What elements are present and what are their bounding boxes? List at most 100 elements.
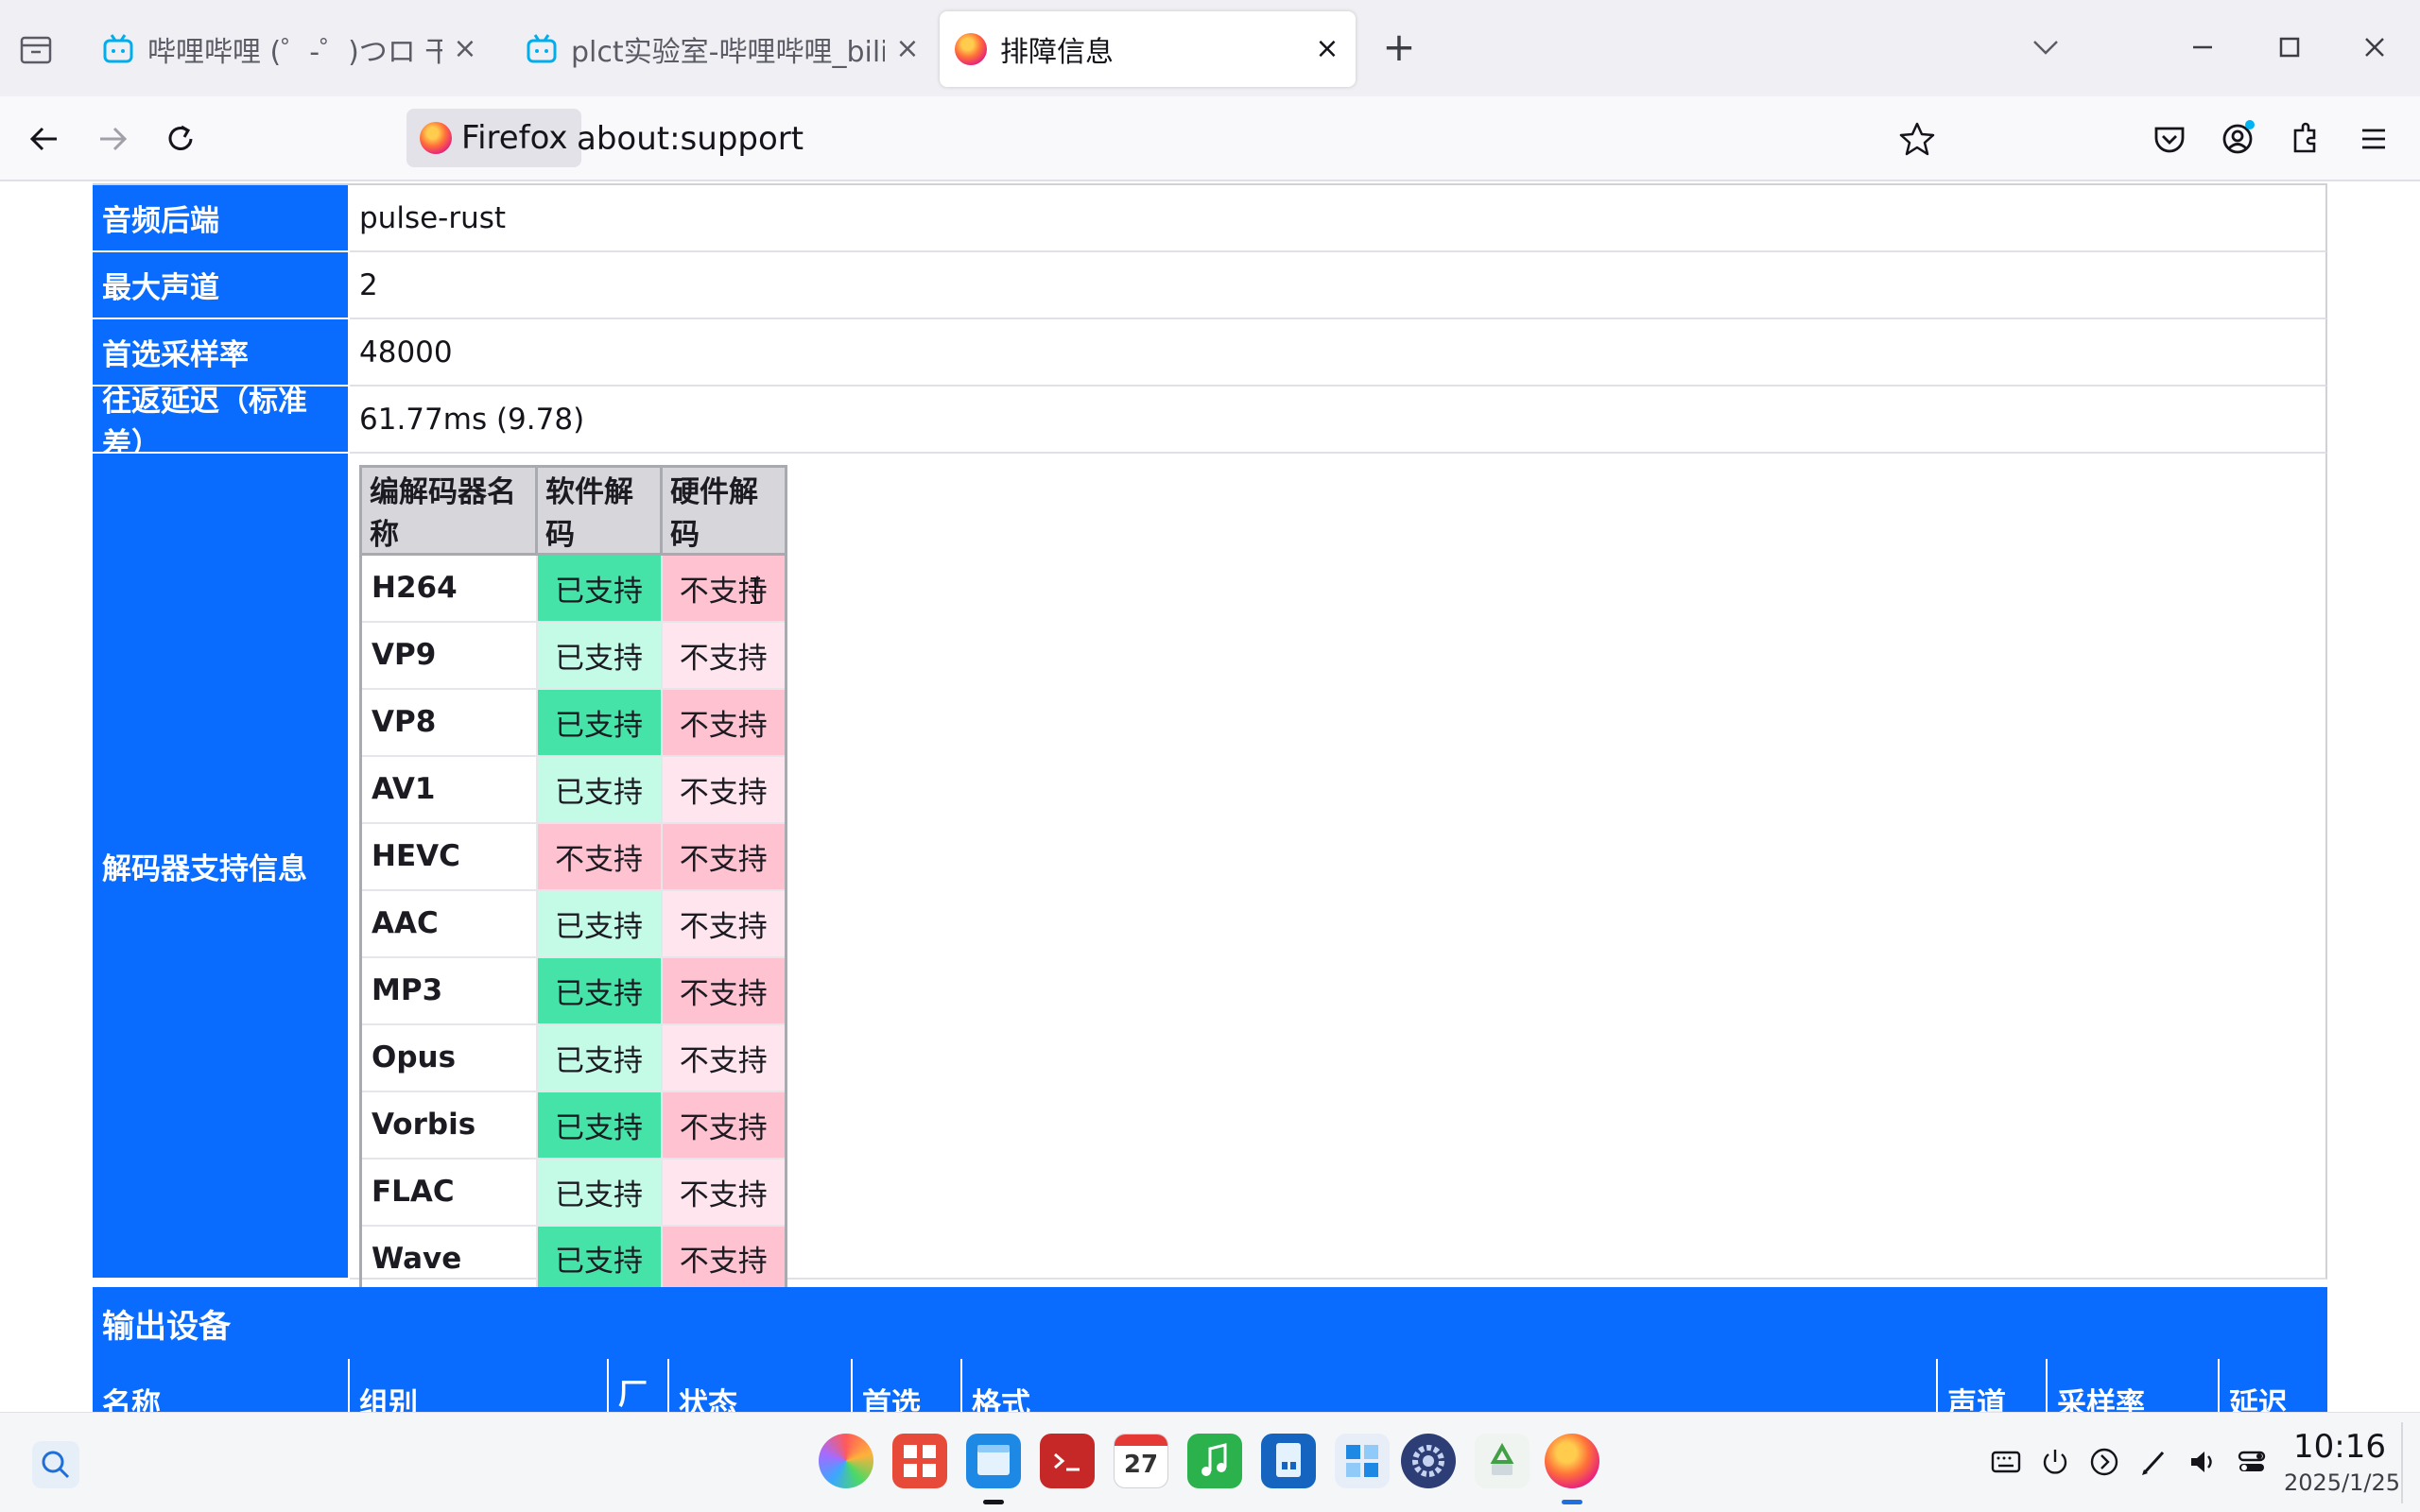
codec-name: Opus — [359, 1022, 538, 1092]
col-preferred: 首选 — [862, 1387, 921, 1412]
account-icon[interactable] — [2216, 117, 2259, 161]
file-manager-icon[interactable] — [966, 1434, 1021, 1488]
show-desktop-divider[interactable] — [2401, 1422, 2403, 1503]
minimize-icon[interactable] — [2182, 26, 2223, 68]
codec-name: AAC — [359, 888, 538, 958]
row-label: 往返延迟（标准差） — [93, 385, 348, 461]
row-label: 最大声道 — [93, 252, 348, 319]
settings-icon[interactable] — [1401, 1434, 1456, 1488]
codec-name: VP8 — [359, 687, 538, 757]
new-tab-button[interactable]: + — [1380, 26, 1418, 68]
page-content: 音频后端 pulse-rust 最大声道 2 首选采样率 48000 往返延迟（… — [0, 183, 2420, 1412]
forward-arrow-icon[interactable] — [91, 117, 134, 161]
col-state: 状态 — [679, 1387, 737, 1412]
back-arrow-icon[interactable] — [23, 117, 66, 161]
software-decode-status: 已支持 — [535, 620, 663, 690]
decoder-support-row: 解码器支持信息 编解码器名称 软件解码 硬件解码 H264 已支持 不支持 VP9 已支… — [93, 454, 2327, 1294]
software-decode-status: 已支持 — [535, 888, 663, 958]
hardware-decode-header: 硬件解码 — [660, 465, 787, 556]
row-value: pulse-rust — [350, 185, 2327, 252]
codec-table: 编解码器名称 软件解码 硬件解码 H264 已支持 不支持 VP9 已支持 不支持 VP8 已… — [359, 465, 787, 1294]
extensions-icon[interactable] — [2284, 117, 2327, 161]
row-label: 解码器支持信息 — [93, 454, 348, 1280]
output-devices-header-row: 名称 组别 厂 状态 首选 格式 声道 采样率 延迟 — [93, 1359, 2327, 1412]
tab-title: 排障信息 — [1000, 36, 1114, 69]
col-divider — [2046, 1359, 2048, 1412]
close-icon[interactable]: × — [452, 35, 478, 63]
col-divider — [1936, 1359, 1938, 1412]
trash-icon[interactable] — [1475, 1434, 1530, 1488]
codec-name: Vorbis — [359, 1090, 538, 1160]
hardware-decode-status: 不支持 — [660, 955, 787, 1025]
pocket-icon[interactable] — [2148, 117, 2191, 161]
taskbar: 27 10:16 2025/1/25 — [0, 1412, 2420, 1512]
bookmark-star-icon[interactable] — [1896, 118, 1938, 160]
url-bar[interactable]: Firefox about:support — [406, 109, 1938, 169]
row-value: 2 — [350, 252, 2327, 319]
software-decode-status: 已支持 — [535, 687, 663, 757]
navigation-bar: Firefox about:support — [0, 96, 2420, 181]
power-icon[interactable] — [2038, 1445, 2072, 1479]
pen-icon[interactable] — [2136, 1445, 2170, 1479]
preferred-sample-rate-row: 首选采样率 48000 — [93, 319, 2327, 387]
search-icon — [42, 1451, 70, 1479]
hardware-decode-status: 不支持 — [660, 687, 787, 757]
document-viewer-icon[interactable] — [1261, 1434, 1316, 1488]
codec-row: VP8 已支持 不支持 — [359, 687, 787, 757]
codec-name: Wave — [359, 1224, 538, 1294]
calendar-icon[interactable]: 27 — [1114, 1434, 1168, 1488]
tab-plct[interactable]: plct实验室-哔哩哔哩_bilib × — [510, 11, 936, 87]
firefox-icon[interactable] — [1545, 1434, 1599, 1488]
tab-bilibili-home[interactable]: 哔哩哔哩 (゜-゜)つロ 干杯 × — [87, 11, 493, 87]
hardware-decode-status: 不支持 — [660, 1090, 787, 1160]
tab-strip: 哔哩哔哩 (゜-゜)つロ 干杯 × plct实验室-哔哩哔哩_bilib × 排… — [0, 0, 2420, 96]
url-text[interactable]: about:support — [577, 120, 804, 158]
volume-icon[interactable] — [2186, 1445, 2220, 1479]
music-icon[interactable] — [1187, 1434, 1242, 1488]
codec-row: AAC 已支持 不支持 — [359, 888, 787, 958]
terminal-icon[interactable] — [1040, 1434, 1095, 1488]
col-format: 格式 — [972, 1387, 1030, 1412]
calculator-icon[interactable] — [1335, 1434, 1390, 1488]
multitask-icon[interactable] — [892, 1434, 947, 1488]
chevron-down-icon[interactable] — [2025, 26, 2066, 68]
keyboard-icon[interactable] — [1989, 1445, 2023, 1479]
maximize-icon[interactable] — [2269, 26, 2310, 68]
row-value: 48000 — [350, 319, 2327, 387]
tab-title: 哔哩哔哩 (゜-゜)つロ 干杯 — [147, 36, 442, 69]
max-channels-row: 最大声道 2 — [93, 252, 2327, 319]
close-icon[interactable]: × — [1314, 35, 1340, 63]
bilibili-icon — [103, 34, 133, 63]
identity-box[interactable]: Firefox — [406, 109, 581, 167]
tab-support[interactable]: 排障信息 × — [940, 11, 1356, 87]
col-latency: 延迟 — [2229, 1387, 2288, 1412]
software-decode-status: 已支持 — [535, 553, 663, 623]
firefox-icon — [955, 33, 987, 65]
tab-title: plct实验室-哔哩哔哩_bilib — [571, 36, 885, 69]
codec-name: VP9 — [359, 620, 538, 690]
running-indicator — [1562, 1500, 1582, 1504]
codec-name-header: 编解码器名称 — [359, 465, 538, 556]
close-window-icon[interactable] — [2354, 26, 2395, 68]
col-divider — [960, 1359, 962, 1412]
scrollbar[interactable] — [2401, 183, 2420, 1412]
hardware-decode-status: 不支持 — [660, 553, 787, 623]
col-divider — [851, 1359, 853, 1412]
row-value: 61.77ms (9.78) — [350, 387, 2327, 454]
firefox-view-icon[interactable] — [17, 30, 55, 68]
software-decode-status: 已支持 — [535, 1157, 663, 1227]
software-decode-status: 不支持 — [535, 821, 663, 891]
chevron-right-icon[interactable] — [2087, 1445, 2121, 1479]
search-button[interactable] — [32, 1441, 79, 1488]
col-divider — [667, 1359, 669, 1412]
roundtrip-latency-row: 往返延迟（标准差） 61.77ms (9.78) — [93, 385, 2327, 461]
control-center-icon[interactable] — [2235, 1445, 2269, 1479]
close-icon[interactable]: × — [894, 35, 921, 63]
reload-icon[interactable] — [159, 117, 202, 161]
codec-row: Vorbis 已支持 不支持 — [359, 1090, 787, 1160]
launcher-icon[interactable] — [819, 1434, 873, 1488]
menu-icon[interactable] — [2352, 117, 2395, 161]
running-indicator — [983, 1500, 1004, 1504]
col-name: 名称 — [102, 1387, 161, 1412]
col-divider — [607, 1359, 609, 1412]
